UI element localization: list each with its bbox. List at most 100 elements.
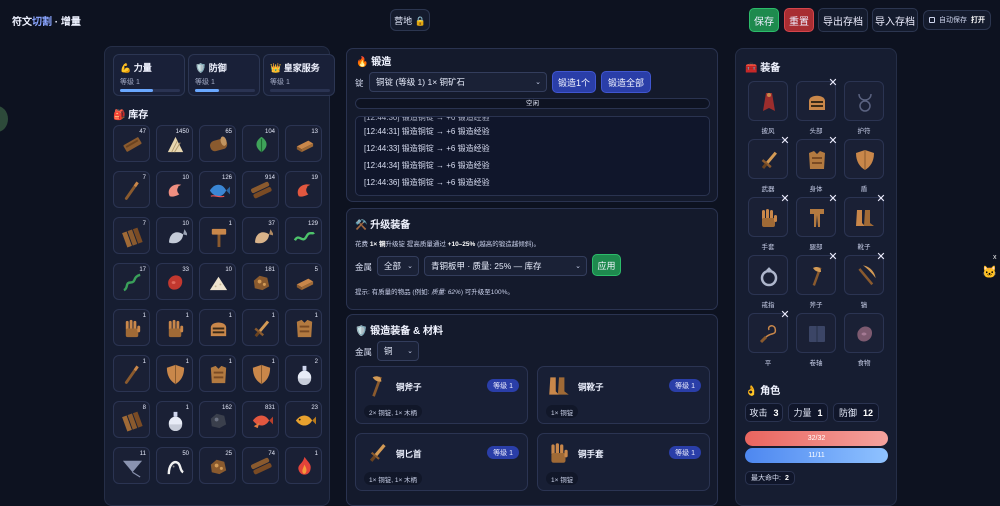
close-icon[interactable]: ✕ bbox=[827, 251, 839, 263]
eel-icon bbox=[293, 231, 315, 241]
close-icon[interactable]: ✕ bbox=[779, 309, 791, 321]
equipment-slot-armor[interactable]: ✕ bbox=[796, 135, 838, 179]
import-save-button[interactable]: 导入存档 bbox=[872, 8, 918, 32]
planks-icon bbox=[122, 227, 143, 248]
inventory-slot[interactable]: 1 bbox=[242, 309, 279, 346]
side-handle[interactable] bbox=[0, 106, 8, 132]
inventory-slot[interactable]: 19 bbox=[285, 171, 322, 208]
close-icon[interactable]: x bbox=[993, 254, 997, 261]
inventory-slot[interactable]: 74 bbox=[242, 447, 279, 484]
ingot-select[interactable]: 铜锭 (等级 1) 1× 铜矿石 ⌄ bbox=[369, 72, 547, 92]
inventory-slot[interactable]: 914 bbox=[242, 171, 279, 208]
inventory-slot[interactable]: 1 bbox=[242, 355, 279, 392]
inventory-slot[interactable]: 10 bbox=[156, 217, 193, 254]
inventory-slot[interactable]: 2 bbox=[285, 355, 322, 392]
forge-log[interactable]: [12:44:30] 锻造铜锭 → +6 锻造经验 [12:44:31] 锻造铜锭… bbox=[355, 116, 710, 196]
inventory-slot[interactable]: 126 bbox=[199, 171, 236, 208]
inventory-slot[interactable]: 13 bbox=[285, 125, 322, 162]
sword-icon bbox=[761, 151, 777, 169]
close-icon[interactable]: ✕ bbox=[827, 77, 839, 89]
inventory-slot[interactable]: 104 bbox=[242, 125, 279, 162]
equipment-slot-boots[interactable]: ✕ bbox=[844, 193, 886, 237]
skill-name: 🛡️ 防御 bbox=[195, 63, 227, 73]
equipment-slot-helm[interactable]: ✕ bbox=[796, 77, 838, 121]
equipment-slot-legs[interactable]: ✕ bbox=[796, 193, 838, 237]
inventory-slot[interactable]: 50 bbox=[156, 447, 193, 484]
inventory-slot[interactable]: 37 bbox=[242, 217, 279, 254]
save-button[interactable]: 保存 bbox=[749, 8, 779, 32]
cat-icon[interactable]: 🐱 bbox=[982, 265, 997, 279]
equipment-slot-ring[interactable] bbox=[748, 255, 788, 295]
upgrade-item-select[interactable]: 青铜板甲 · 质量: 25% — 库存 ⌄ bbox=[424, 256, 587, 276]
close-icon[interactable]: ✕ bbox=[827, 135, 839, 147]
inventory-slot[interactable]: 7 bbox=[113, 171, 150, 208]
recipe-card[interactable]: 铜斧子 等级 1 2× 铜锭, 1× 木柄 bbox=[355, 366, 528, 424]
inventory-slot[interactable]: 1 bbox=[156, 309, 193, 346]
inventory-slot[interactable]: 5 bbox=[285, 263, 322, 300]
inventory-slot[interactable]: 831 bbox=[242, 401, 279, 438]
close-icon[interactable]: ✕ bbox=[827, 193, 839, 205]
inventory-slot[interactable]: 17 bbox=[113, 263, 150, 300]
skill-name: 💪 力量 bbox=[120, 63, 152, 73]
item-count: 10 bbox=[182, 175, 189, 181]
inventory-slot[interactable]: 1 bbox=[113, 355, 150, 392]
autosave-toggle[interactable]: 自动保存 打开 bbox=[923, 10, 991, 30]
inventory-slot[interactable]: 10 bbox=[156, 171, 193, 208]
equipment-slot-axe[interactable]: ✕ bbox=[796, 251, 838, 295]
inventory-slot[interactable]: 65 bbox=[199, 125, 236, 162]
inventory-slot[interactable]: 1 bbox=[156, 401, 193, 438]
inventory-slot[interactable]: 10 bbox=[199, 263, 236, 300]
inventory-slot[interactable]: 33 bbox=[156, 263, 193, 300]
recipe-card[interactable]: 铜手套 等级 1 1× 铜锭 bbox=[537, 433, 710, 491]
equipment-slot-gauntlet[interactable]: ✕ bbox=[748, 193, 790, 237]
inventory-slot[interactable]: 1 bbox=[285, 309, 322, 346]
inventory-slot[interactable]: 23 bbox=[285, 401, 322, 438]
close-icon[interactable]: ✕ bbox=[875, 251, 887, 263]
item-count: 23 bbox=[311, 405, 318, 411]
equipment-slot-sword[interactable]: ✕ bbox=[748, 135, 790, 179]
equipment-slot-amulet[interactable] bbox=[844, 81, 884, 121]
equipment-slot-book[interactable] bbox=[796, 313, 836, 353]
hp-bar: 32/32 bbox=[745, 431, 888, 446]
forge-all-button[interactable]: 锻造全部 bbox=[601, 71, 651, 93]
inventory-slot[interactable]: 162 bbox=[199, 401, 236, 438]
equipment-slot-pickaxe[interactable]: ✕ bbox=[844, 251, 886, 295]
export-save-button[interactable]: 导出存档 bbox=[818, 8, 868, 32]
ingot-label: 锭 bbox=[355, 78, 364, 88]
inventory-slot[interactable]: 1 bbox=[199, 217, 236, 254]
inventory-slot[interactable]: 129 bbox=[285, 217, 322, 254]
close-icon[interactable]: ✕ bbox=[875, 193, 887, 205]
app-title: 符文切割 · 增量 bbox=[12, 17, 81, 28]
inventory-slot[interactable]: 1 bbox=[199, 309, 236, 346]
camp-button[interactable]: 营地 🔒 bbox=[390, 9, 430, 31]
gauntlet-icon bbox=[168, 319, 184, 338]
inventory-slot[interactable]: 7 bbox=[113, 217, 150, 254]
inventory-slot[interactable]: 181 bbox=[242, 263, 279, 300]
inventory-slot[interactable]: 25 bbox=[199, 447, 236, 484]
helm-icon bbox=[210, 322, 227, 337]
equipment-slot-whip[interactable]: ✕ bbox=[748, 309, 790, 353]
inventory-slot[interactable]: 1 bbox=[285, 447, 322, 484]
equipment-slot-cape[interactable] bbox=[748, 81, 788, 121]
inventory-slot[interactable]: 47 bbox=[113, 125, 150, 162]
log-line: [12:44:30] 锻造铜锭 → +6 锻造经验 bbox=[364, 116, 490, 122]
forge-one-button[interactable]: 锻造1个 bbox=[552, 71, 596, 93]
inventory-slot[interactable]: 1 bbox=[113, 309, 150, 346]
inventory-slot[interactable]: 8 bbox=[113, 401, 150, 438]
equipment-slot-meat-dark[interactable] bbox=[844, 313, 884, 353]
close-icon[interactable]: ✕ bbox=[779, 193, 791, 205]
inventory-slot[interactable]: 1 bbox=[199, 355, 236, 392]
item-count: 1 bbox=[228, 359, 232, 365]
upgrade-metal-select[interactable]: 全部 ⌄ bbox=[377, 256, 419, 276]
reset-button[interactable]: 重置 bbox=[784, 8, 814, 32]
recipe-card[interactable]: 铜匕首 等级 1 1× 铜锭, 1× 木柄 bbox=[355, 433, 528, 491]
inventory-slot[interactable]: 11 bbox=[113, 447, 150, 484]
logs-icon bbox=[251, 181, 272, 199]
inventory-slot[interactable]: 1 bbox=[156, 355, 193, 392]
equipment-slot-shield[interactable] bbox=[844, 139, 884, 179]
smithing-metal-select[interactable]: 铜 ⌄ bbox=[377, 341, 419, 361]
recipe-card[interactable]: 铜靴子 等级 1 1× 铜锭 bbox=[537, 366, 710, 424]
apply-button[interactable]: 应用 bbox=[592, 254, 621, 276]
close-icon[interactable]: ✕ bbox=[779, 135, 791, 147]
inventory-slot[interactable]: 1450 bbox=[156, 125, 193, 162]
